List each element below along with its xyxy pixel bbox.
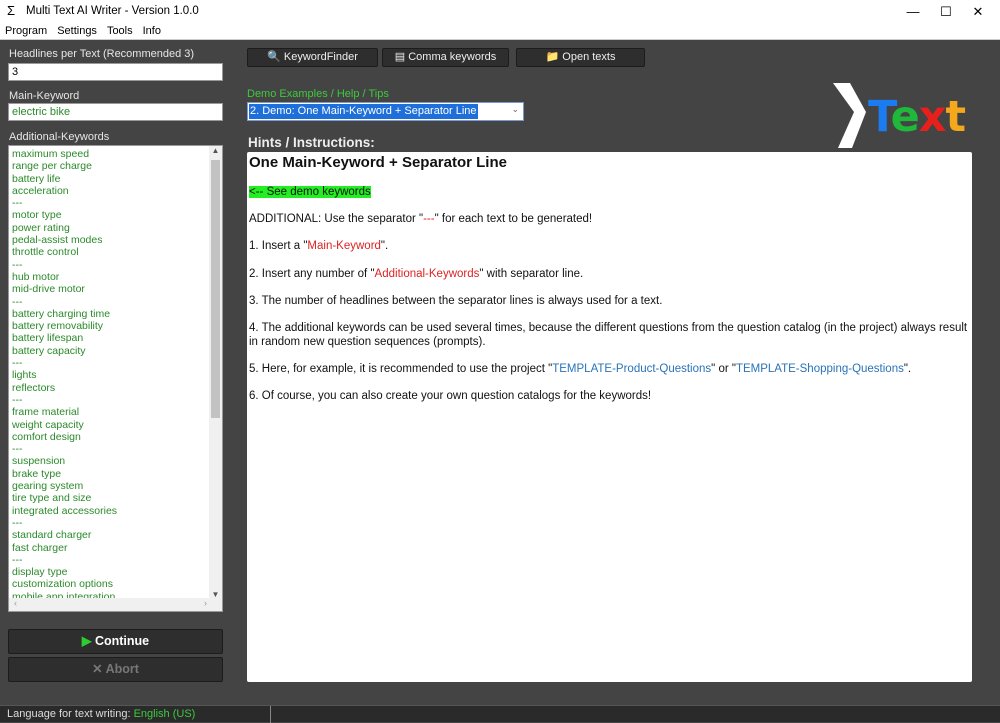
keyword-line: weight capacity — [12, 418, 84, 431]
menu-bar: Program Settings Tools Info — [0, 24, 1000, 40]
menu-settings[interactable]: Settings — [52, 24, 102, 38]
keyword-line: battery lifespan — [12, 332, 84, 345]
keyword-line: tire type and size — [12, 492, 92, 505]
keyword-line: brake type — [12, 467, 62, 480]
scroll-thumb[interactable] — [211, 160, 220, 418]
abort-label: Abort — [105, 662, 139, 676]
keyword-line: integrated accessories — [12, 504, 118, 517]
status-bar: Language for text writing: English (US) — [0, 705, 1000, 723]
demo-select[interactable]: 2. Demo: One Main-Keyword + Separator Li… — [247, 102, 524, 121]
scroll-left-icon[interactable]: ‹ — [14, 598, 17, 608]
keyword-line: motor type — [12, 209, 62, 222]
comma-keywords-button[interactable]: ▤ Comma keywords — [382, 48, 509, 67]
app-icon: Σ — [7, 3, 16, 18]
keyword-line: battery life — [12, 172, 61, 185]
status-label: Language for text writing: — [7, 708, 134, 720]
hint-step-6: 6. Of course, you can also create your o… — [249, 389, 652, 402]
keyword-line: range per charge — [12, 160, 92, 173]
vertical-scrollbar[interactable]: ▲ ▼ — [209, 146, 222, 599]
comma-keywords-label: Comma keywords — [408, 51, 497, 63]
abort-button[interactable]: ✕ Abort — [8, 657, 223, 682]
hint-additional: ADDITIONAL: Use the separator "---" for … — [249, 213, 593, 226]
logo-letter: e — [890, 92, 920, 142]
keyword-line: hub motor — [12, 270, 60, 283]
logo-letter: t — [945, 92, 967, 142]
keyword-line: reflectors — [12, 381, 56, 394]
open-texts-button[interactable]: 📁 Open texts — [516, 48, 645, 67]
title-bar: Σ Multi Text AI Writer - Version 1.0.0 —… — [0, 0, 1000, 24]
additional-keywords-label: Additional-Keywords — [9, 131, 110, 143]
keyword-line: comfort design — [12, 430, 81, 443]
keyword-line: gearing system — [12, 480, 84, 493]
hints-title: One Main-Keyword + Separator Line — [249, 154, 507, 171]
menu-tools[interactable]: Tools — [102, 24, 138, 38]
status-language: English (US) — [133, 708, 196, 720]
logo-letter: T — [868, 92, 892, 142]
keyword-line: pedal-assist modes — [12, 234, 103, 247]
hint-step-5: 5. Here, for example, it is recommended … — [249, 362, 912, 375]
headlines-label: Headlines per Text (Recommended 3) — [9, 48, 195, 60]
keyword-line: battery capacity — [12, 344, 86, 357]
keyword-line: throttle control — [12, 246, 79, 259]
hint-step-3: 3. The number of headlines between the s… — [249, 294, 663, 307]
demo-select-value: 2. Demo: One Main-Keyword + Separator Li… — [249, 104, 478, 119]
hint-step-2: 2. Insert any number of "Additional-Keyw… — [249, 267, 584, 280]
keyword-line: --- — [12, 197, 23, 210]
keyword-line: suspension — [12, 455, 66, 468]
hint-step-4: 4. The additional keywords can be used s… — [249, 321, 968, 348]
horizontal-scrollbar[interactable]: ‹ › — [9, 598, 222, 611]
logo-letter: x — [918, 92, 947, 142]
play-icon: ▶ — [81, 634, 92, 648]
continue-label: Continue — [94, 634, 150, 648]
headlines-input[interactable]: 3 — [8, 63, 223, 81]
keyword-line: --- — [12, 357, 23, 370]
scroll-right-icon[interactable]: › — [204, 598, 207, 608]
keyword-line: --- — [12, 393, 23, 406]
keyword-line: customization options — [12, 578, 113, 591]
see-demo-keywords-link[interactable]: <-- See demo keywords — [249, 186, 371, 198]
keyword-line: frame material — [12, 406, 80, 419]
scroll-up-icon[interactable]: ▲ — [209, 146, 222, 155]
menu-info[interactable]: Info — [138, 24, 166, 38]
window-title: Multi Text AI Writer - Version 1.0.0 — [26, 5, 199, 17]
keyword-line: display type — [12, 566, 68, 579]
keyword-line: lights — [12, 369, 37, 382]
keyword-line: standard charger — [12, 529, 92, 542]
keyword-line: maximum speed — [12, 148, 90, 160]
keyword-line: --- — [12, 443, 23, 456]
folder-icon: 📁 — [545, 51, 560, 63]
keyword-line: battery removability — [12, 320, 104, 333]
magnifier-icon: 🔍 — [267, 51, 281, 63]
status-divider — [270, 706, 271, 723]
keyword-line: power rating — [12, 221, 70, 234]
keyword-line: fast charger — [12, 541, 68, 554]
additional-keywords-textarea[interactable]: maximum speed range per charge battery lif… — [8, 145, 223, 612]
open-texts-label: Open texts — [562, 51, 616, 63]
continue-button[interactable]: ▶ Continue — [8, 629, 223, 654]
text-logo: Text — [828, 78, 968, 153]
keywordfinder-label: KeywordFinder — [283, 51, 358, 63]
keyword-line: --- — [12, 516, 23, 529]
menu-program[interactable]: Program — [0, 24, 52, 38]
chevron-down-icon: ⌄ — [511, 104, 519, 114]
document-icon: ▤ — [394, 51, 406, 63]
main-keyword-label: Main-Keyword — [9, 90, 80, 102]
logo-text: Text — [868, 92, 967, 142]
keywordfinder-button[interactable]: 🔍 KeywordFinder — [247, 48, 378, 67]
keyword-line: battery charging time — [12, 307, 111, 320]
hints-label: Hints / Instructions: — [248, 135, 375, 150]
keyword-line: --- — [12, 553, 23, 566]
keyword-line: mid-drive motor — [12, 283, 85, 296]
hints-panel: One Main-Keyword + Separator Line <-- Se… — [247, 152, 972, 682]
hint-step-1: 1. Insert a "Main-Keyword". — [249, 240, 389, 253]
keyword-line: acceleration — [12, 184, 69, 197]
keyword-line: --- — [12, 258, 23, 271]
main-keyword-input[interactable]: electric bike — [8, 103, 223, 121]
demo-label: Demo Examples / Help / Tips — [247, 88, 389, 100]
close-button[interactable]: ✕ — [955, 2, 1000, 22]
x-icon: ✕ — [92, 662, 103, 676]
keyword-line: --- — [12, 295, 23, 308]
